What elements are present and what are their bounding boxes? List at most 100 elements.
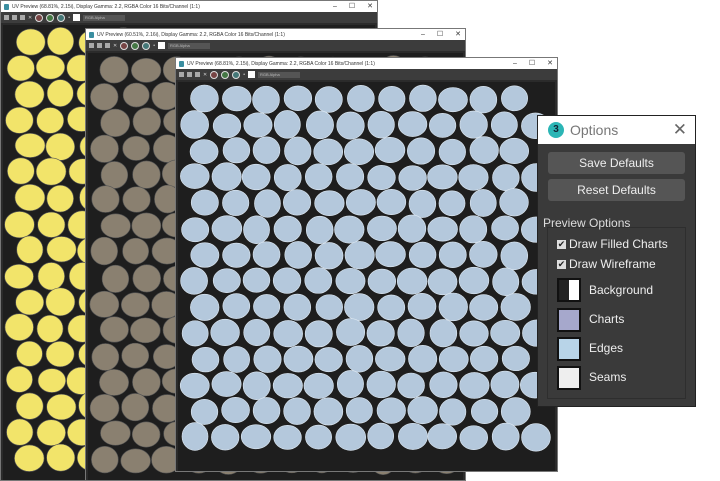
save-icon[interactable] [179, 72, 184, 77]
uv-chart [16, 28, 46, 56]
reset-defaults-button[interactable]: Reset Defaults [548, 179, 685, 201]
uv-chart [407, 396, 438, 425]
uv-chart [427, 164, 458, 190]
uv-chart [304, 320, 333, 348]
uv-chart [99, 369, 129, 396]
options-icon[interactable] [195, 72, 200, 77]
close-icon[interactable]: ✕ [367, 1, 373, 12]
red-channel-toggle[interactable] [35, 13, 44, 22]
uv-chart [4, 313, 34, 342]
maximize-icon[interactable]: ☐ [349, 1, 355, 12]
uv-chart [367, 422, 395, 450]
uv-chart [91, 185, 120, 213]
copy-icon[interactable] [12, 15, 17, 20]
edges-color-swatch[interactable] [557, 337, 581, 361]
uv-chart [14, 183, 46, 212]
draw-wireframe-checkbox[interactable]: ✔ Draw Wireframe [557, 257, 656, 271]
blue-channel-toggle[interactable] [57, 13, 66, 22]
uv-chart [458, 266, 490, 295]
uv-chart [429, 113, 457, 138]
uv-chart [313, 397, 344, 426]
uv-chart [45, 132, 76, 161]
seams-color-swatch[interactable] [557, 366, 581, 390]
uv-chart [211, 215, 243, 242]
uv-chart [5, 365, 33, 393]
uv-chart [37, 211, 66, 238]
uv-chart [398, 165, 427, 191]
save-defaults-button[interactable]: Save Defaults [548, 152, 685, 174]
uv-chart [459, 320, 489, 347]
uv-chart [366, 370, 396, 399]
copy-icon[interactable] [97, 43, 102, 48]
red-channel-toggle[interactable] [120, 41, 129, 50]
uv-chart [131, 212, 162, 239]
blue-channel-toggle[interactable] [142, 41, 151, 50]
channel-select[interactable]: RGB Alpha [257, 71, 300, 78]
uv-chart [37, 262, 65, 291]
uv-chart [121, 342, 150, 369]
uv-chart [283, 345, 314, 373]
alpha-toggle[interactable]: • [243, 72, 245, 78]
uv-chart [16, 235, 44, 264]
app-icon [179, 60, 184, 67]
uv-chart [243, 318, 271, 346]
minimize-icon[interactable]: – [513, 58, 517, 69]
maximize-icon[interactable]: ☐ [529, 58, 535, 69]
close-icon[interactable]: ✕ [455, 29, 461, 40]
background-color-swatch[interactable] [557, 278, 581, 302]
charts-color-swatch[interactable] [557, 308, 581, 332]
clear-icon[interactable]: ✕ [203, 72, 207, 78]
checkbox-label: Draw Filled Charts [569, 237, 668, 251]
green-channel-toggle[interactable] [221, 70, 230, 79]
uv-chart [438, 87, 468, 113]
uv-chart [427, 423, 458, 450]
uv-chart [130, 317, 161, 344]
uv-chart [375, 346, 406, 372]
save-icon[interactable] [89, 43, 94, 48]
alpha-toggle[interactable]: • [153, 43, 155, 49]
uv-chart [36, 107, 65, 134]
green-channel-toggle[interactable] [131, 41, 140, 50]
close-icon[interactable]: ✕ [547, 58, 553, 69]
options-icon[interactable] [20, 15, 25, 20]
uv-chart [16, 340, 43, 367]
uv-chart [101, 264, 130, 293]
color-swatch[interactable] [157, 42, 165, 49]
copy-icon[interactable] [187, 72, 192, 77]
uv-chart [15, 289, 45, 316]
color-swatch[interactable] [72, 14, 80, 21]
uv-chart [305, 215, 334, 245]
uv-chart [132, 368, 161, 397]
channel-select[interactable]: RGB Alpha [82, 14, 125, 21]
clear-icon[interactable]: ✕ [28, 15, 32, 21]
uv-chart [7, 157, 35, 185]
options-icon[interactable] [105, 43, 110, 48]
close-icon[interactable]: ✕ [673, 120, 687, 140]
uv-chart [438, 138, 466, 166]
blue-channel-toggle[interactable] [232, 70, 241, 79]
red-channel-toggle[interactable] [210, 70, 219, 79]
alpha-toggle[interactable]: • [68, 15, 70, 21]
draw-filled-charts-checkbox[interactable]: ✔ Draw Filled Charts [557, 237, 668, 251]
maximize-icon[interactable]: ☐ [437, 29, 443, 40]
uv-chart [131, 58, 162, 83]
uv-chart [439, 398, 467, 426]
channel-select[interactable]: RGB Alpha [167, 42, 210, 49]
preview-options-label: Preview Options [543, 216, 631, 230]
uv-chart [499, 137, 530, 164]
uv-chart [242, 371, 271, 400]
uv-chart [91, 445, 119, 474]
color-swatch[interactable] [247, 71, 255, 78]
uv-chart [315, 294, 343, 320]
uv-chart [283, 293, 312, 321]
minimize-icon[interactable]: – [421, 29, 425, 40]
uv-chart [211, 424, 240, 451]
uv-chart [132, 264, 161, 293]
uv-canvas[interactable] [178, 82, 555, 471]
clear-icon[interactable]: ✕ [113, 43, 117, 49]
minimize-icon[interactable]: – [333, 1, 337, 12]
uv-chart [470, 345, 499, 372]
uv-preview-window-3[interactable]: UV Preview (68.81%, 2.15i), Display Gamm… [175, 57, 558, 472]
save-icon[interactable] [4, 15, 9, 20]
green-channel-toggle[interactable] [46, 13, 55, 22]
